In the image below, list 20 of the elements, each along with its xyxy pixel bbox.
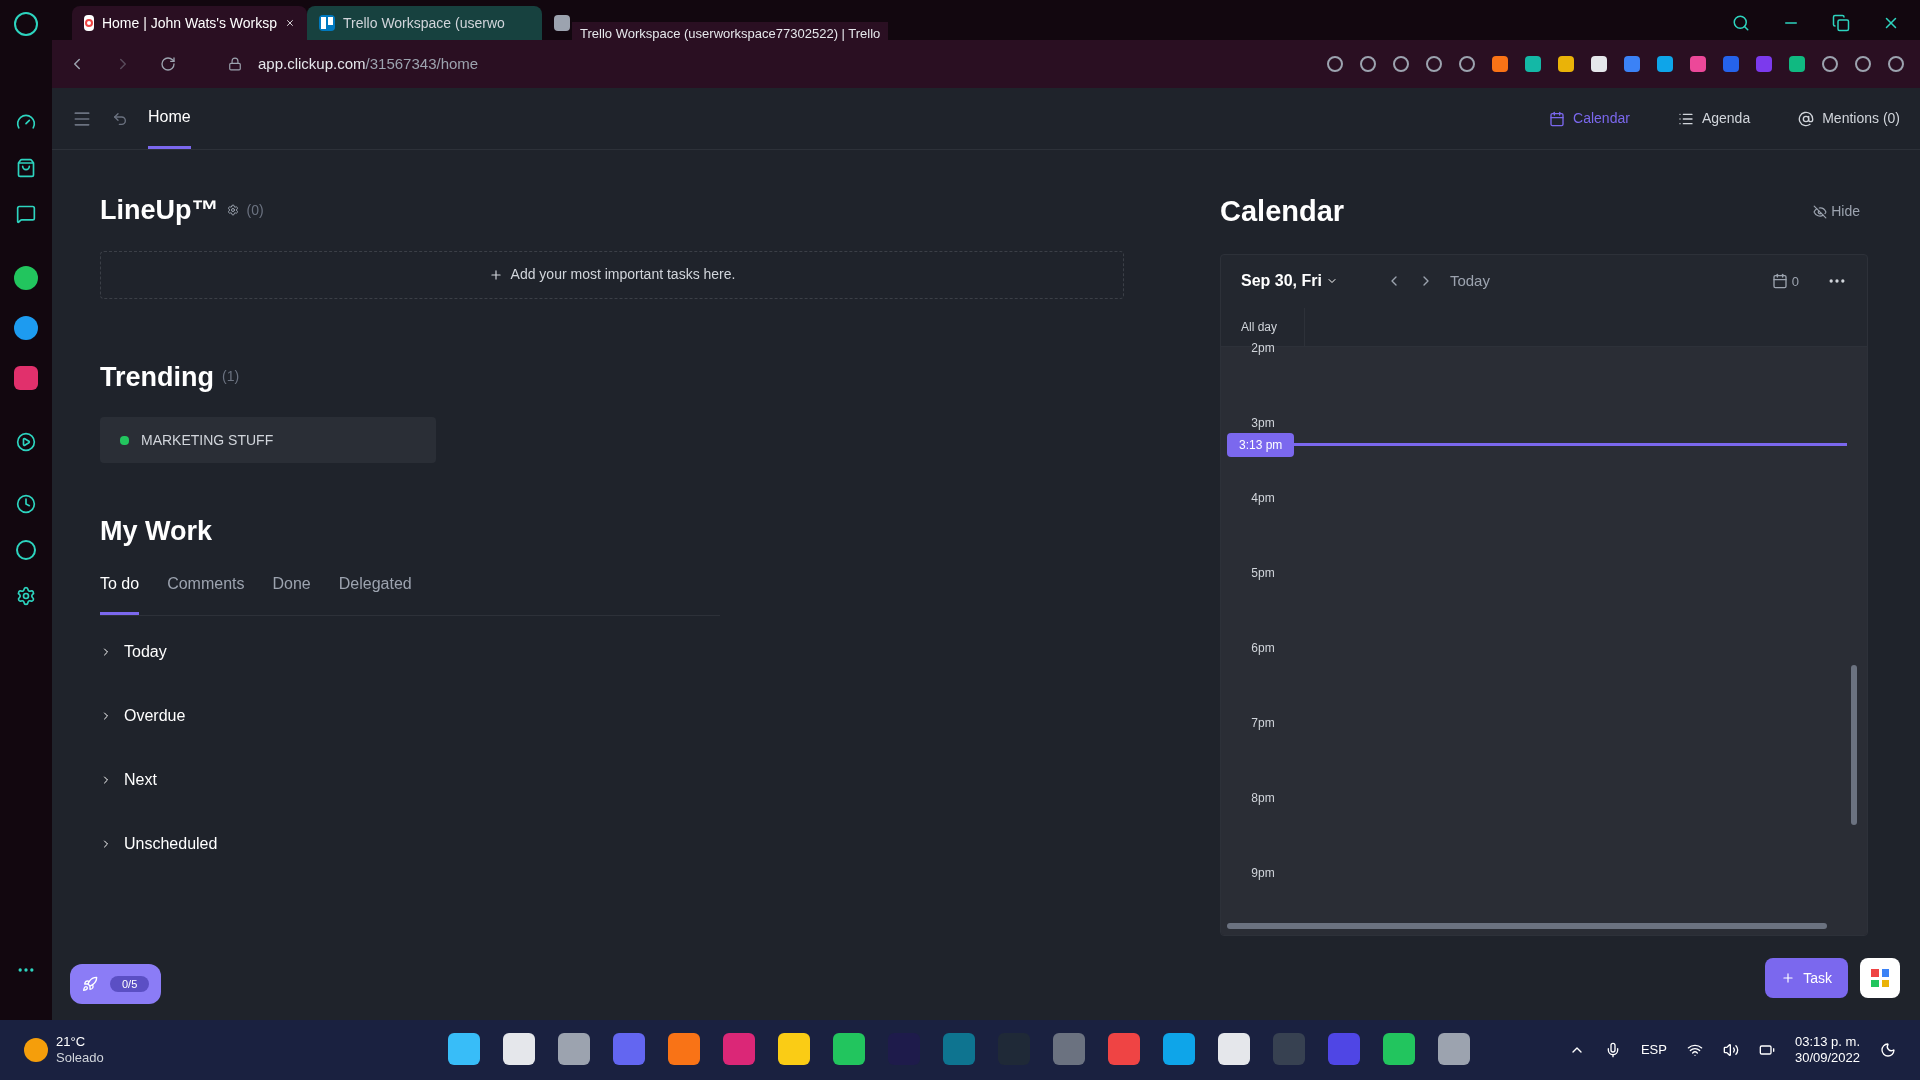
item-label: MARKETING STUFF bbox=[141, 430, 274, 450]
event-count: 0 bbox=[1791, 272, 1799, 291]
hour-label: 6pm bbox=[1251, 640, 1275, 655]
current-time-badge: 3:13 pm bbox=[1227, 432, 1295, 457]
section-title: LineUp™ bbox=[100, 194, 219, 227]
hour-label: 3pm bbox=[1251, 415, 1275, 430]
section-title: Trending bbox=[100, 360, 214, 394]
hour-label: 7pm bbox=[1251, 715, 1275, 730]
item-count: (0) bbox=[246, 200, 264, 220]
section-title: My Work bbox=[100, 515, 214, 548]
hour-label: 9pm bbox=[1251, 865, 1275, 880]
hour-label: 4pm bbox=[1251, 490, 1275, 505]
hour-label: 5pm bbox=[1251, 565, 1275, 580]
weather-text: Soleado bbox=[56, 1050, 104, 1067]
section-title: Calendar bbox=[1220, 194, 1345, 229]
item-count: (1) bbox=[222, 367, 240, 387]
tab-title: Trello Workspace (userwo bbox=[343, 13, 505, 33]
hour-label: 8pm bbox=[1251, 790, 1275, 805]
temperature: 21°C bbox=[56, 1033, 87, 1050]
tab-title: Home | John Wats's Worksp bbox=[101, 13, 278, 33]
